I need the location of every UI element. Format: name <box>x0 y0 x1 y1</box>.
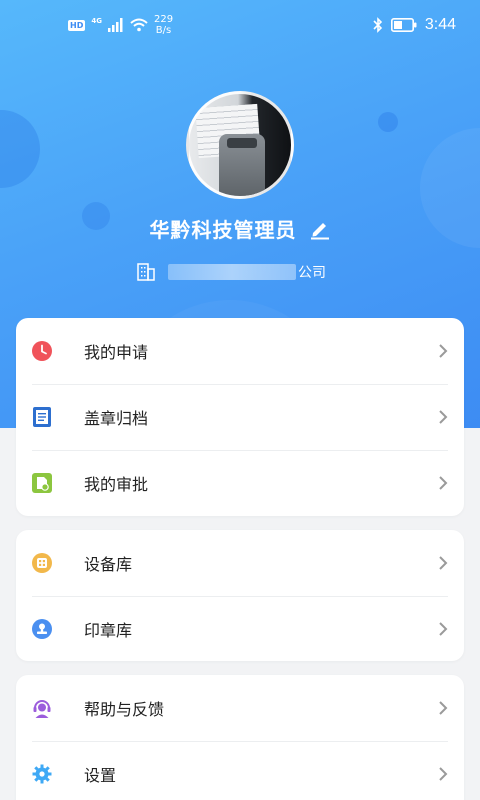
menu-card-requests: 我的申请 盖章归档 我的审批 <box>16 318 464 516</box>
chevron-right-icon <box>439 701 448 715</box>
menu-item-settings[interactable]: 设置 <box>16 741 464 800</box>
decorative-bubble <box>0 110 40 188</box>
menu-item-label: 帮助与反馈 <box>84 700 165 719</box>
company-name-redacted <box>168 264 296 280</box>
wifi-icon <box>130 18 148 32</box>
status-bar: HD 4G 229 B/s 3:44 <box>0 0 480 56</box>
seal-icon <box>32 619 52 639</box>
chevron-right-icon <box>439 410 448 424</box>
gear-icon <box>32 764 52 784</box>
approval-icon <box>32 473 52 493</box>
signal-icon <box>107 18 123 32</box>
hd-badge: HD <box>68 19 86 31</box>
menu-item-seal-archive[interactable]: 盖章归档 <box>16 384 464 450</box>
avatar[interactable] <box>186 91 294 199</box>
building-icon <box>137 263 155 281</box>
chevron-right-icon <box>439 767 448 781</box>
menu-item-label: 盖章归档 <box>84 409 149 428</box>
document-icon <box>33 407 51 427</box>
edit-icon[interactable] <box>309 218 331 240</box>
menu-card-libraries: 设备库 印章库 <box>16 530 464 661</box>
menu-item-label: 我的申请 <box>84 343 149 362</box>
support-icon <box>33 700 51 718</box>
clock-time: 3:44 <box>424 16 456 33</box>
network-speed-unit: B/s <box>155 25 172 36</box>
company-row: 公司 <box>136 262 326 282</box>
device-library-icon <box>32 553 52 573</box>
company-suffix: 公司 <box>298 265 326 281</box>
profile-name-row: 华黔科技管理员 <box>0 214 480 243</box>
menu-item-label: 设置 <box>84 766 117 785</box>
menu-card-support: 帮助与反馈 设置 <box>16 675 464 800</box>
menu-item-label: 印章库 <box>84 621 133 640</box>
menu-item-label: 设备库 <box>84 555 133 574</box>
menu-item-device-library[interactable]: 设备库 <box>16 530 464 596</box>
chevron-right-icon <box>439 344 448 358</box>
network-type: 4G <box>91 17 102 25</box>
chevron-right-icon <box>439 556 448 570</box>
clock-icon <box>32 341 52 361</box>
chevron-right-icon <box>439 476 448 490</box>
network-speed: 229 B/s <box>154 14 173 36</box>
username: 华黔科技管理员 <box>149 218 297 242</box>
menu-item-label: 我的审批 <box>84 475 149 494</box>
chevron-right-icon <box>439 622 448 636</box>
menu-item-my-approvals[interactable]: 我的审批 <box>16 450 464 516</box>
menu-item-my-applications[interactable]: 我的申请 <box>16 318 464 384</box>
bluetooth-icon <box>373 17 382 33</box>
decorative-bubble <box>378 112 398 132</box>
battery-icon <box>390 18 417 32</box>
avatar-photo-device <box>219 134 265 196</box>
menu-item-seal-library[interactable]: 印章库 <box>16 596 464 662</box>
menu-item-help-feedback[interactable]: 帮助与反馈 <box>16 675 464 741</box>
network-speed-value: 229 <box>153 14 174 25</box>
